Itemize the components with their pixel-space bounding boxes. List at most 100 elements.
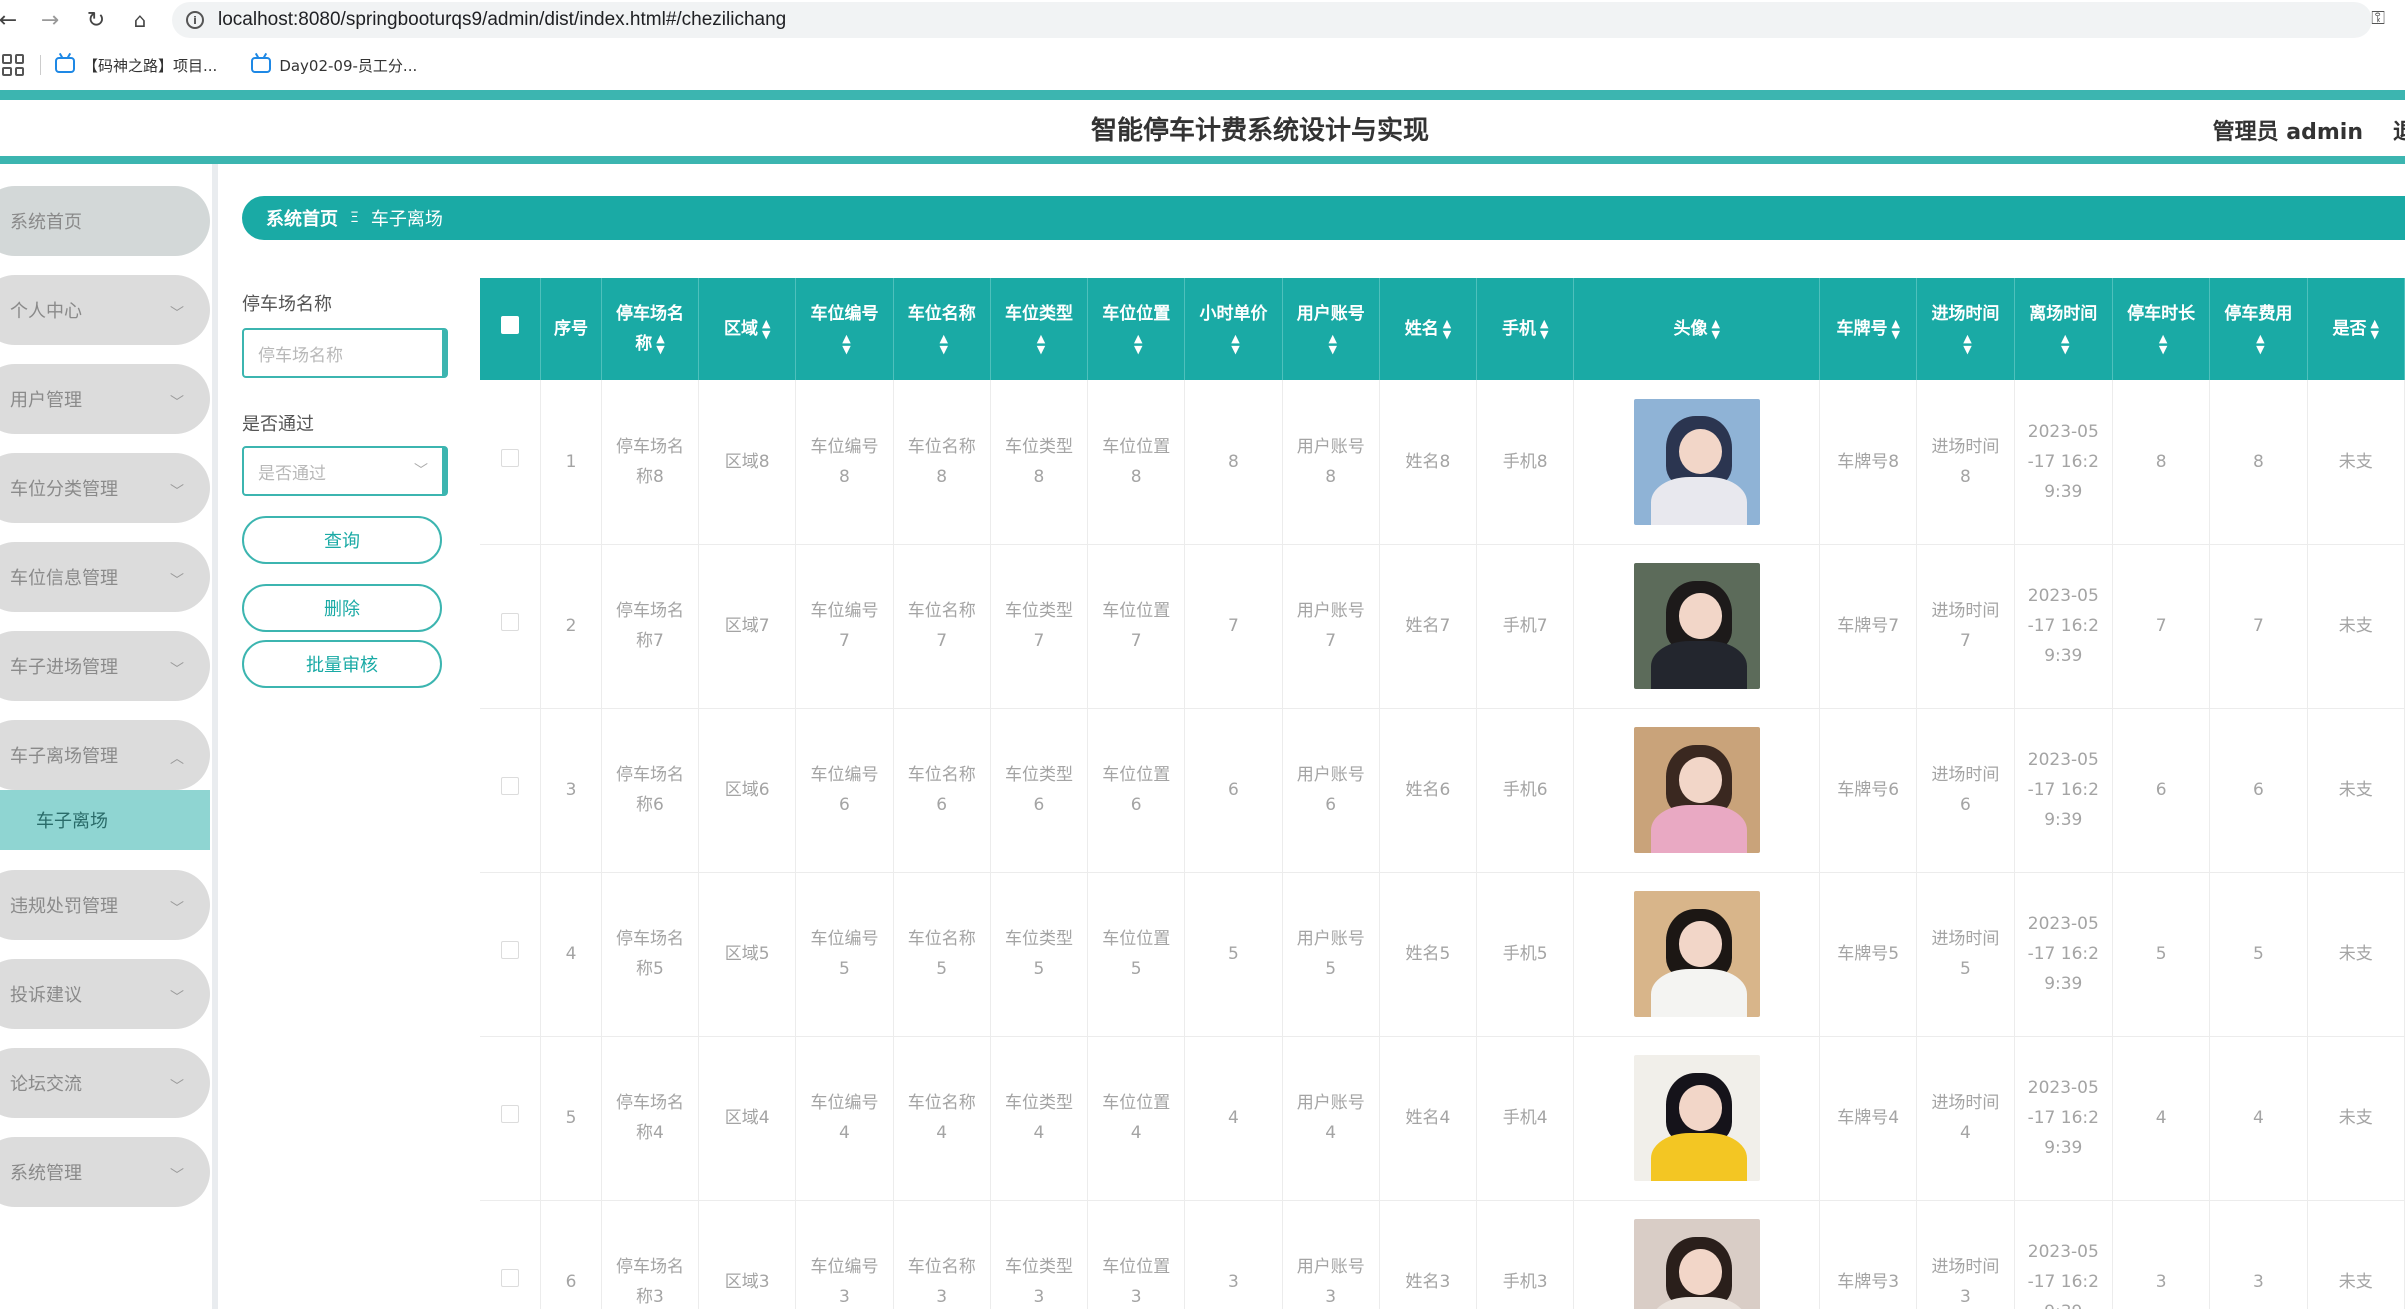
row-checkbox[interactable]	[501, 1105, 520, 1123]
row-select-cell[interactable]	[480, 1200, 542, 1309]
breadcrumb-home[interactable]: 系统首页	[266, 205, 338, 231]
table-row[interactable]: 4 停车场名 称5 区域5 车位编号 5 车位名称 5 车位类型 5 车位位置 5 5 用户账号 5 姓名5 手…	[480, 872, 2405, 1037]
column-header[interactable]: 离场时间 ▲ ▼	[2014, 278, 2114, 380]
table-row[interactable]: 2 停车场名 称7 区域7 车位编号 7 车位名称 7 车位类型 7 车位位置 7 7 用户账号 7 姓名7 手…	[480, 544, 2405, 709]
reload-icon[interactable]: ↻	[80, 4, 112, 36]
sidebar-item-personal-center[interactable]: 个人中心 ﹀	[0, 275, 210, 345]
sidebar-item-user-management[interactable]: 用户管理 ﹀	[0, 364, 210, 434]
cell-text: 姓名3	[1405, 1272, 1451, 1292]
avatar-image	[1633, 563, 1760, 689]
select-all-header[interactable]	[480, 278, 542, 380]
cell-entry: 进场时间 3	[1916, 1200, 2015, 1309]
select-all-checkbox[interactable]	[501, 316, 520, 334]
table-row[interactable]: 3 停车场名 称6 区域6 车位编号 6 车位名称 6 车位类型 6 车位位置 6 6 用户账号 6 姓名6 手…	[480, 708, 2405, 873]
sidebar-item-car-entry[interactable]: 车子进场管理 ﹀	[0, 631, 210, 701]
sidebar-item-system[interactable]: 系统管理 ﹀	[0, 1137, 210, 1207]
sort-icon[interactable]: ▲ ▼	[1037, 333, 1045, 355]
column-header[interactable]: 用户账号 ▲ ▼	[1282, 278, 1380, 380]
cell-text: 5	[1228, 944, 1239, 964]
pass-status-select[interactable]: 是否通过 ﹀	[242, 446, 448, 496]
row-select-cell[interactable]	[480, 1036, 542, 1201]
column-header[interactable]: 区域 ▲ ▼	[698, 278, 797, 380]
site-info-icon[interactable]: i	[186, 11, 204, 29]
column-header[interactable]: 停车场名称 ▲ ▼	[601, 278, 700, 380]
row-select-cell[interactable]	[480, 708, 542, 873]
header-bottom-stripe	[0, 156, 2405, 164]
column-header[interactable]: 小时单价 ▲ ▼	[1184, 278, 1283, 380]
avatar-body	[1651, 969, 1748, 1017]
sort-icon[interactable]: ▲ ▼	[1540, 318, 1548, 340]
cell-spotname: 车位名称 3	[893, 1200, 991, 1309]
row-checkbox[interactable]	[501, 941, 520, 959]
column-header[interactable]: 进场时间 ▲ ▼	[1916, 278, 2015, 380]
delete-button[interactable]: 删除	[242, 584, 442, 632]
forward-icon[interactable]: →	[34, 4, 66, 36]
sidebar-item-spot-category[interactable]: 车位分类管理 ﹀	[0, 453, 210, 523]
column-header[interactable]: 姓名 ▲ ▼	[1379, 278, 1478, 380]
sort-icon[interactable]: ▲ ▼	[2061, 333, 2069, 355]
column-header[interactable]: 车牌号 ▲ ▼	[1819, 278, 1918, 380]
address-bar[interactable]: i localhost:8080/springbooturqs9/admin/d…	[172, 2, 2372, 38]
sidebar-subitem-car-exit[interactable]: 车子离场	[0, 790, 210, 850]
column-header[interactable]: 车位名称 ▲ ▼	[893, 278, 991, 380]
column-header[interactable]: 手机 ▲ ▼	[1476, 278, 1575, 380]
row-checkbox[interactable]	[501, 1269, 520, 1287]
sort-icon[interactable]: ▲ ▼	[762, 318, 770, 340]
batch-review-button[interactable]: 批量审核	[242, 640, 442, 688]
sort-icon[interactable]: ▲ ▼	[1134, 333, 1142, 355]
row-checkbox[interactable]	[501, 448, 520, 467]
sidebar-item-spot-info[interactable]: 车位信息管理 ﹀	[0, 542, 210, 612]
cell-text: 8	[1960, 466, 1971, 487]
sort-icon[interactable]: ▲ ▼	[1711, 318, 1719, 340]
cell-duration: 3	[2112, 1200, 2211, 1309]
home-icon[interactable]: ⌂	[124, 4, 156, 36]
row-select-cell[interactable]	[480, 872, 542, 1037]
sort-icon[interactable]: ▲ ▼	[842, 333, 850, 355]
breadcrumb-separator: Ξ	[350, 210, 359, 226]
avatar-image	[1633, 891, 1760, 1017]
sort-icon[interactable]: ▲ ▼	[1891, 318, 1899, 340]
row-checkbox[interactable]	[501, 777, 520, 795]
table-row[interactable]: 1 停车场名 称8 区域8 车位编号 8 车位名称 8 车位类型 8 车位位置 8 8 用户账号 8 姓名8 手…	[480, 380, 2405, 545]
lot-name-label: 停车场名称	[242, 294, 332, 315]
password-key-icon[interactable]: ⚿	[2371, 8, 2385, 29]
table-row[interactable]: 5 停车场名 称4 区域4 车位编号 4 车位名称 4 车位类型 4 车位位置 4 4 用户账号 4 姓名4 手…	[480, 1036, 2405, 1201]
apps-grid-icon[interactable]	[2, 54, 24, 76]
sidebar-item-car-exit[interactable]: 车子离场管理 ︿	[0, 720, 210, 790]
sidebar-item-violation[interactable]: 违规处罚管理 ﹀	[0, 870, 210, 940]
column-header[interactable]: 停车费用 ▲ ▼	[2209, 278, 2308, 380]
column-header[interactable]: 停车时长 ▲ ▼	[2112, 278, 2211, 380]
sidebar-item-forum[interactable]: 论坛交流 ﹀	[0, 1048, 210, 1118]
lot-name-input[interactable]: 停车场名称	[242, 328, 448, 378]
sort-icon[interactable]: ▲ ▼	[939, 333, 947, 355]
sort-icon[interactable]: ▲ ▼	[1328, 333, 1336, 355]
column-header[interactable]: 车位编号 ▲ ▼	[795, 278, 894, 380]
bookmark-item[interactable]: 【码神之路】项目...	[55, 55, 217, 76]
column-header[interactable]: 头像 ▲ ▼	[1573, 278, 1821, 380]
row-select-cell[interactable]	[480, 544, 542, 709]
sort-icon[interactable]: ▲ ▼	[1231, 333, 1239, 355]
sidebar-item-home[interactable]: 系统首页	[0, 186, 210, 256]
query-button[interactable]: 查询	[242, 516, 442, 564]
cell-code: 车位编号 5	[795, 872, 894, 1037]
sort-icon[interactable]: ▲ ▼	[1963, 333, 1971, 355]
sidebar-item-complaint[interactable]: 投诉建议 ﹀	[0, 959, 210, 1029]
back-icon[interactable]: ←	[0, 4, 24, 36]
sort-icon[interactable]: ▲ ▼	[1443, 318, 1451, 340]
cell-status: 未支	[2307, 380, 2405, 545]
sort-icon[interactable]: ▲ ▼	[2256, 333, 2264, 355]
sort-icon[interactable]: ▲ ▼	[2371, 318, 2379, 340]
sort-icon[interactable]: ▲ ▼	[2159, 333, 2167, 355]
logout-link[interactable]: 退	[2393, 114, 2405, 146]
table-row[interactable]: 6 停车场名 称3 区域3 车位编号 3 车位名称 3 车位类型 3 车位位置 3 3 用户账号 3 姓名3 手…	[480, 1200, 2405, 1309]
column-header[interactable]: 是否 ▲ ▼	[2307, 278, 2405, 380]
column-header[interactable]: 车位类型 ▲ ▼	[990, 278, 1089, 380]
cell-account: 用户账号 6	[1282, 708, 1380, 873]
cell-text: 9:39	[2044, 1138, 2083, 1158]
column-header[interactable]: 车位位置 ▲ ▼	[1087, 278, 1186, 380]
row-select-cell[interactable]	[480, 380, 542, 545]
bookmark-item[interactable]: Day02-09-员工分...	[251, 55, 417, 76]
row-checkbox[interactable]	[501, 613, 520, 631]
sort-icon[interactable]: ▲ ▼	[656, 333, 664, 355]
cell-text: 停车场名	[615, 765, 684, 785]
